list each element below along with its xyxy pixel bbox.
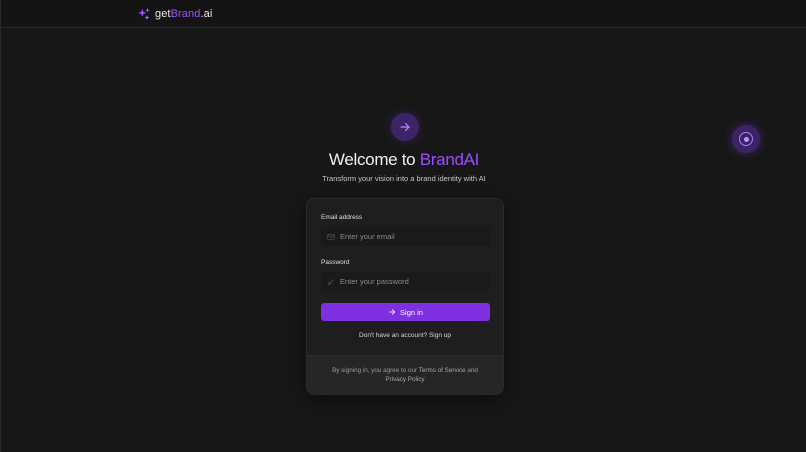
signup-prompt: Don't have an account? Sign up — [307, 332, 503, 339]
page-title: Welcome to BrandAI — [1, 150, 806, 170]
key-icon — [326, 277, 336, 287]
hero-badge — [391, 113, 419, 141]
page-subtitle: Transform your vision into a brand ident… — [322, 174, 486, 183]
password-label: Password — [321, 259, 350, 266]
title-highlight: BrandAI — [419, 150, 480, 169]
email-input[interactable] — [340, 227, 490, 246]
arrow-right-icon — [400, 122, 410, 132]
floating-action-button[interactable] — [732, 125, 760, 153]
signup-link[interactable]: Sign up — [429, 332, 451, 339]
brand-highlight: Brand — [170, 8, 201, 20]
agree-text: By signing in, you agree to our — [332, 367, 418, 374]
privacy-link[interactable]: Privacy Policy — [385, 376, 424, 383]
terms-footer: By signing in, you agree to our Terms of… — [307, 355, 503, 394]
brand-prefix: get — [155, 8, 171, 20]
email-label: Email address — [321, 214, 363, 221]
terms-link[interactable]: Terms of Service — [419, 367, 466, 374]
password-input[interactable] — [340, 272, 490, 291]
password-field-wrapper — [321, 272, 490, 291]
brand-logo-link[interactable]: getBrand.ai — [137, 5, 212, 23]
radio-target-dot — [743, 136, 749, 142]
top-navbar: getBrand.ai — [1, 0, 806, 28]
email-field-wrapper — [321, 227, 490, 246]
brand-name: getBrand.ai — [155, 8, 212, 20]
signin-button[interactable]: Sign in — [321, 303, 490, 321]
arrow-right-icon — [388, 309, 396, 315]
title-prefix: Welcome to — [328, 150, 420, 169]
mail-icon — [326, 232, 336, 242]
page: getBrand.ai Welcome to BrandAI Transform… — [0, 0, 806, 452]
and-text: and — [467, 367, 478, 374]
brand-suffix: .ai — [200, 8, 213, 20]
signup-prompt-text: Don't have an account? — [359, 332, 428, 339]
signin-button-label: Sign in — [400, 307, 423, 317]
signin-card: Email address Password Sign in Don't hav… — [306, 198, 504, 395]
sparkles-icon — [138, 8, 150, 20]
radio-target-icon — [739, 132, 753, 146]
